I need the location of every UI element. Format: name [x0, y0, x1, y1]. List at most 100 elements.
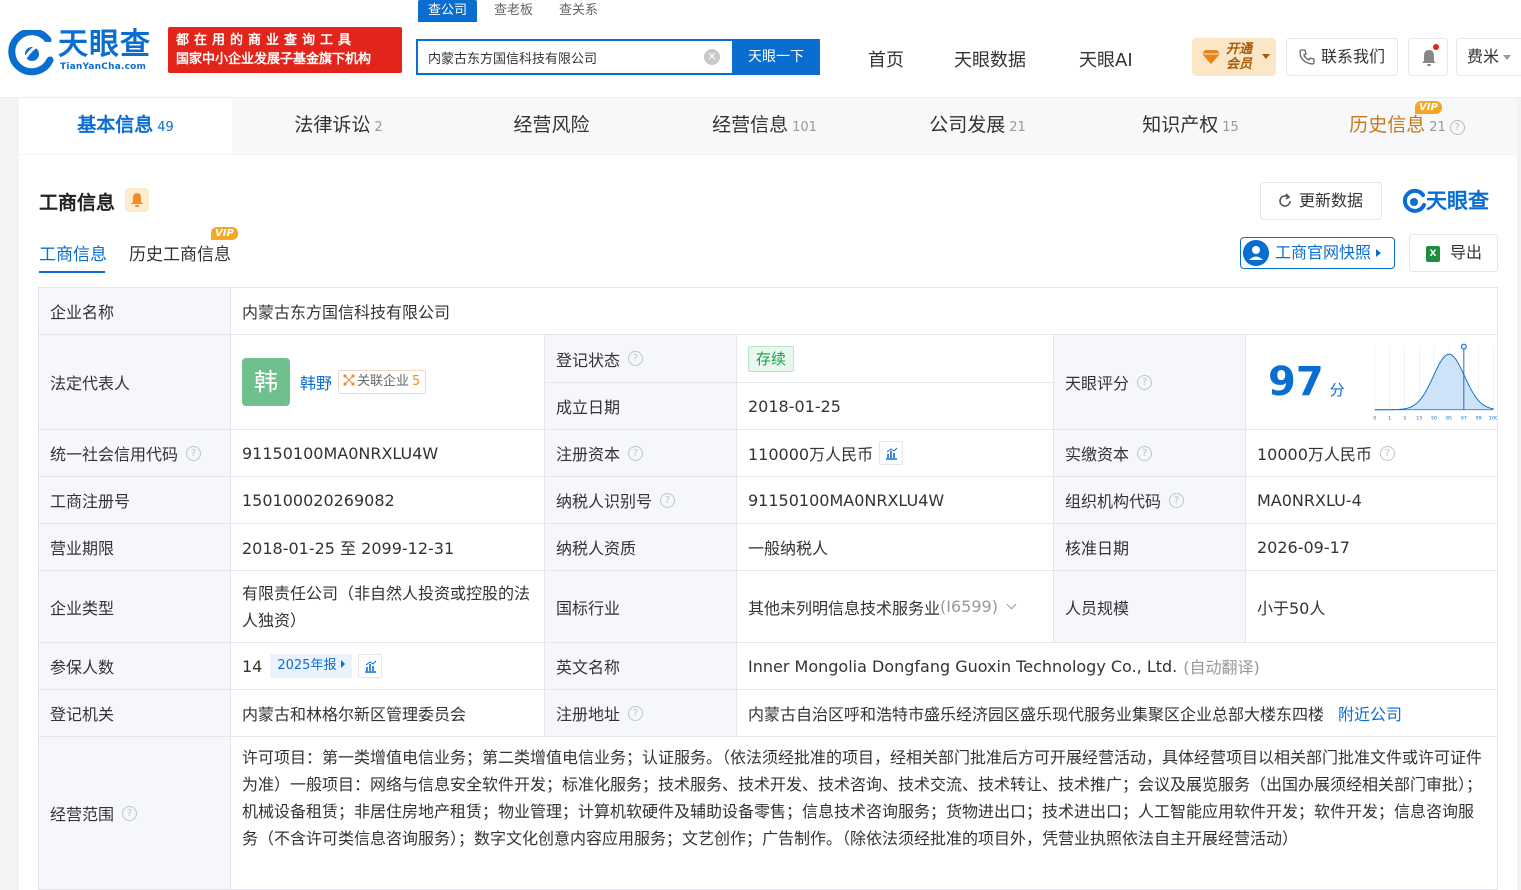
- axis-tick-label: 99: [1475, 415, 1481, 421]
- export-label: 导出: [1450, 243, 1483, 262]
- found-date-label: 成立日期: [544, 382, 737, 430]
- tianyancha-mini-logo: 天眼查: [1402, 187, 1502, 215]
- search-button[interactable]: 天眼一下: [732, 39, 820, 75]
- score-unit: 分: [1329, 380, 1345, 399]
- reg-capital-value: 110000万人民币: [748, 445, 874, 464]
- help-icon[interactable]: ?: [186, 445, 202, 461]
- arrow-right-icon: [1376, 249, 1382, 257]
- search-input[interactable]: [418, 41, 710, 73]
- business-info-table: 企业名称 内蒙古东方国信科技有限公司 法定代表人 韩 韩野 关联企业 5 登记状态…: [38, 287, 1498, 890]
- legal-rep-label: 法定代表人: [38, 334, 231, 430]
- address-cell: 内蒙古自治区呼和浩特市盛乐经济园区盛乐现代服务业集聚区企业总部大楼东四楼 附近公司: [736, 689, 1498, 737]
- subtab-history-business[interactable]: 历史工商信息: [129, 240, 231, 265]
- english-name-value: Inner Mongolia Dongfang Guoxin Technolog…: [748, 656, 1178, 676]
- scope-label: 经营范围?: [38, 736, 231, 890]
- banner-line1: 都在用的商业查询工具: [176, 33, 357, 48]
- promo-banner[interactable]: 都在用的商业查询工具 国家中小企业发展子基金旗下机构: [168, 27, 402, 73]
- scope-value: 许可项目：第一类增值电信业务；第二类增值电信业务；认证服务。（依法须经批准的项目…: [230, 736, 1498, 890]
- axis-tick-label: 50: [1431, 415, 1437, 421]
- axis-tick-label: 85: [1446, 415, 1452, 421]
- search-tab-boss[interactable]: 查老板: [494, 0, 533, 22]
- person-icon: [1243, 240, 1269, 266]
- logo-domain: TianYanCha.com: [60, 62, 147, 72]
- bell-icon: [1422, 50, 1436, 66]
- legal-rep-avatar[interactable]: 韩: [242, 358, 290, 406]
- excel-icon: X: [1426, 246, 1440, 262]
- tianyancha-logo[interactable]: 天眼查 TianYanCha.com: [8, 28, 160, 78]
- address-value: 内蒙古自治区呼和浩特市盛乐经济园区盛乐现代服务业集聚区企业总部大楼东四楼: [748, 705, 1325, 724]
- english-name-cell: Inner Mongolia Dongfang Guoxin Technolog…: [736, 642, 1498, 690]
- tab-operation[interactable]: 经营信息 101: [658, 98, 871, 154]
- score-value: 97: [1268, 359, 1324, 405]
- nav-tianyan-ai[interactable]: 天眼AI: [1079, 46, 1133, 72]
- subtab-business-info[interactable]: 工商信息: [39, 240, 107, 265]
- vip-badge: VIP: [1415, 101, 1442, 114]
- authority-label: 登记机关: [38, 689, 231, 737]
- related-companies-tag[interactable]: 关联企业 5: [338, 370, 427, 394]
- tab-ip[interactable]: 知识产权 15: [1084, 98, 1297, 154]
- paid-capital-value: 10000万人民币: [1257, 445, 1372, 464]
- help-icon[interactable]: ?: [628, 445, 644, 461]
- insured-label: 参保人数: [38, 642, 231, 690]
- monitor-button[interactable]: [125, 188, 149, 212]
- english-name-label: 英文名称: [544, 642, 737, 690]
- annual-report-tag[interactable]: 2025年报: [270, 654, 353, 678]
- staff-label: 人员规模: [1053, 570, 1246, 643]
- unread-dot: [1433, 44, 1439, 50]
- search-tab-relation[interactable]: 查关系: [559, 0, 598, 22]
- company-name-value: 内蒙古东方国信科技有限公司: [230, 287, 1498, 335]
- snapshot-label: 工商官网快照: [1275, 243, 1372, 262]
- tax-qual-value: 一般纳税人: [736, 523, 1054, 571]
- refresh-data-button[interactable]: 更新数据: [1260, 182, 1382, 220]
- contact-us-button[interactable]: 联系我们: [1286, 38, 1398, 76]
- tab-development[interactable]: 公司发展 21: [871, 98, 1084, 154]
- org-code-value: MA0NRXLU-4: [1245, 476, 1498, 524]
- reg-status-cell: 存续: [736, 334, 1054, 383]
- nav-tianyan-data[interactable]: 天眼数据: [954, 46, 1026, 72]
- search-tab-company[interactable]: 查公司: [418, 0, 478, 22]
- axis-tick-label: 100: [1489, 415, 1497, 421]
- tab-risk[interactable]: 经营风险: [445, 98, 658, 154]
- export-button[interactable]: X 导出: [1409, 234, 1498, 272]
- industry-value: 其他未列明信息技术服务业: [748, 598, 941, 618]
- reg-no-label: 工商注册号: [38, 476, 231, 524]
- type-label: 企业类型: [38, 570, 231, 643]
- reg-status-badge: 存续: [748, 345, 795, 372]
- nav-home[interactable]: 首页: [868, 46, 904, 72]
- help-icon[interactable]: ?: [628, 705, 644, 721]
- notification-button[interactable]: [1408, 38, 1448, 76]
- reg-status-label: 登记状态?: [544, 334, 737, 383]
- nearby-companies-link[interactable]: 附近公司: [1338, 701, 1402, 725]
- type-value: 有限责任公司（非自然人投资或控股的法人独资）: [230, 570, 545, 643]
- found-date-value: 2018-01-25: [736, 382, 1054, 430]
- subtab-underline: [39, 271, 105, 273]
- industry-cell[interactable]: 其他未列明信息技术服务业 (I6599): [736, 570, 1054, 643]
- help-icon[interactable]: ?: [122, 805, 138, 821]
- help-icon[interactable]: ?: [1137, 374, 1153, 390]
- insured-chart-button[interactable]: [358, 654, 383, 678]
- official-snapshot-button[interactable]: 工商官网快照: [1240, 237, 1395, 269]
- tab-legal[interactable]: 法律诉讼 2: [232, 98, 445, 154]
- contact-label: 联系我们: [1321, 47, 1386, 66]
- chevron-down-icon[interactable]: [1006, 599, 1017, 610]
- open-vip-button[interactable]: 开通 会员: [1192, 38, 1276, 76]
- taxpayer-id-value: 91150100MA0NRXLU4W: [736, 476, 1054, 524]
- score-cell[interactable]: 97 分 0 1 3 15 50 85 97 99 100: [1245, 334, 1498, 430]
- help-icon[interactable]: ?: [660, 492, 676, 508]
- clear-icon[interactable]: ✕: [704, 49, 720, 65]
- capital-chart-button[interactable]: [879, 441, 904, 465]
- help-icon[interactable]: ?: [1379, 445, 1395, 461]
- tab-basic-info[interactable]: 基本信息 49: [19, 98, 232, 154]
- vip-label: 开通 会员: [1226, 42, 1253, 72]
- help-icon[interactable]: ?: [628, 351, 644, 366]
- legal-rep-name[interactable]: 韩野: [300, 370, 332, 394]
- top-header: 天眼查 TianYanCha.com 都在用的商业查询工具 国家中小企业发展子基…: [0, 0, 1521, 98]
- user-menu[interactable]: 费米: [1456, 38, 1521, 76]
- help-icon[interactable]: ?: [1137, 445, 1153, 461]
- search-box: ✕ 天眼一下: [416, 39, 820, 75]
- section-title: 工商信息: [39, 192, 116, 214]
- help-icon[interactable]: ?: [1169, 492, 1185, 508]
- tab-history[interactable]: 历史信息 21?: [1297, 98, 1517, 154]
- tax-qual-label: 纳税人资质: [544, 523, 737, 571]
- user-name: 费米: [1467, 47, 1500, 66]
